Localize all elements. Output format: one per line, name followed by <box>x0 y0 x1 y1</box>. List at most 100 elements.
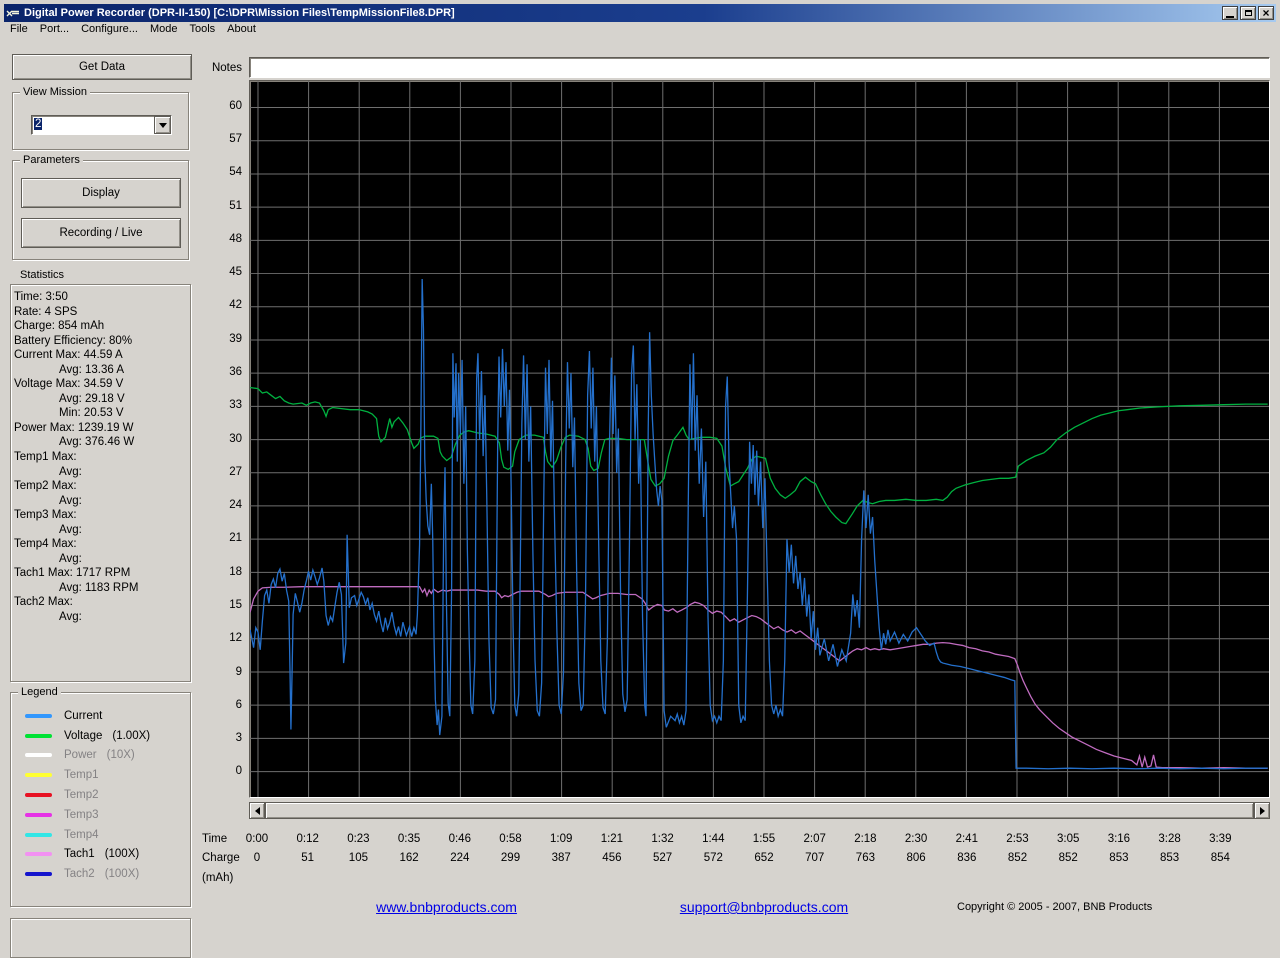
restore-button[interactable] <box>1240 6 1256 20</box>
stat-line: Avg: 376.46 W <box>59 436 135 449</box>
menu-item-port[interactable]: Port... <box>34 23 75 35</box>
x-tick-charge: 707 <box>805 852 825 864</box>
view-mission-combobox[interactable]: 2 <box>31 115 172 135</box>
view-mission-value[interactable]: 2 <box>32 116 154 134</box>
stat-line: Avg: <box>59 523 82 536</box>
statistics-panel: Time: 3:50 Rate: 4 SPS Charge: 854 mAh Batt… <box>10 284 191 682</box>
legend-swatch-power <box>25 753 52 758</box>
stat-line: Avg: 1183 RPM <box>59 581 139 594</box>
x-tick-time: 2:18 <box>854 833 877 845</box>
stat-line: Avg: <box>59 494 82 507</box>
x-tick-charge: 853 <box>1109 852 1129 864</box>
close-button[interactable]: × <box>1258 6 1274 20</box>
stat-line: Tach2 Max: <box>14 596 73 609</box>
x-tick-charge: 387 <box>551 852 571 864</box>
legend-item-temp4[interactable]: Temp4 <box>11 825 190 845</box>
legend-item-temp1[interactable]: Temp1 <box>11 765 190 785</box>
recording-live-button[interactable]: Recording / Live <box>21 218 181 248</box>
legend-item-voltage[interactable]: Voltage (1.00X) <box>11 726 190 746</box>
legend-swatch-temp1 <box>25 773 52 778</box>
x-tick-time: 1:21 <box>600 833 624 845</box>
legend-swatch-temp2 <box>25 793 52 798</box>
menu-item-mode[interactable]: Mode <box>144 23 184 35</box>
x-tick-charge: 105 <box>348 852 368 864</box>
x-tick-time: 1:09 <box>549 833 573 845</box>
legend-item-temp2[interactable]: Temp2 <box>11 785 190 805</box>
menu-item-about[interactable]: About <box>221 23 262 35</box>
legend-item-power[interactable]: Power (10X) <box>11 746 190 766</box>
y-tick-label: 15 <box>229 599 242 611</box>
x-tick-time: 1:55 <box>752 833 776 845</box>
legend-swatch-temp4 <box>25 832 52 837</box>
display-button[interactable]: Display <box>21 178 181 208</box>
x-tick-time: 3:16 <box>1107 833 1131 845</box>
y-tick-label: 9 <box>235 665 242 678</box>
y-tick-label: 54 <box>229 166 242 179</box>
arrow-left-icon <box>254 806 260 815</box>
x-tick-time: 0:35 <box>397 833 421 845</box>
scrollbar-thumb[interactable] <box>265 802 1254 819</box>
minimize-button[interactable] <box>1222 6 1238 20</box>
x-tick-charge: 162 <box>399 852 419 864</box>
title-bar[interactable]: Digital Power Recorder (DPR-II-150) [C:\… <box>4 4 1276 22</box>
bottom-panel <box>10 918 191 958</box>
stat-line: Avg: <box>59 465 82 478</box>
x-tick-charge: 572 <box>703 852 723 864</box>
y-tick-label: 51 <box>229 199 242 212</box>
legend-swatch-current <box>25 713 52 718</box>
legend-swatch-tach2 <box>25 872 52 877</box>
website-link[interactable]: www.bnbproducts.com <box>354 899 539 915</box>
x-tick-charge: 527 <box>653 852 673 864</box>
x-tick-charge: 853 <box>1160 852 1180 864</box>
stat-line: Avg: 29.18 V <box>59 392 125 405</box>
notes-label: Notes <box>211 62 242 74</box>
x-tick-charge: 852 <box>1058 852 1078 864</box>
scroll-right-button[interactable] <box>1254 802 1270 819</box>
chart-plot-area[interactable] <box>249 80 1270 798</box>
y-tick-label: 36 <box>229 365 242 378</box>
legend-item-label: Tach1 <box>64 848 95 861</box>
stat-line: Time: 3:50 <box>14 291 68 303</box>
legend-item-label: Temp1 <box>64 769 99 782</box>
stat-line: Power Max: 1239.19 W <box>14 421 134 434</box>
legend-item-temp3[interactable]: Temp3 <box>11 805 190 825</box>
stat-line: Temp4 Max: <box>14 538 77 551</box>
chart-horizontal-scrollbar[interactable] <box>249 802 1270 819</box>
legend-item-tach1[interactable]: Tach1 (100X) <box>11 845 190 865</box>
support-email-link[interactable]: support@bnbproducts.com <box>655 899 873 915</box>
x-tick-charge: 224 <box>450 852 470 864</box>
menu-item-configure[interactable]: Configure... <box>75 23 144 35</box>
y-tick-label: 39 <box>229 332 242 345</box>
menu-item-tools[interactable]: Tools <box>183 23 221 35</box>
x-tick-charge: 806 <box>906 852 926 864</box>
get-data-button[interactable]: Get Data <box>12 54 192 80</box>
legend-item-current[interactable]: Current <box>11 706 190 726</box>
legend-item-label: Temp4 <box>64 828 99 841</box>
x-tick-time: 3:39 <box>1209 833 1232 845</box>
x-tick-time: 0:00 <box>245 833 269 845</box>
series-current <box>250 279 1268 770</box>
y-tick-label: 30 <box>229 432 242 445</box>
stat-line: Avg: 13.36 A <box>59 363 125 376</box>
x-tick-charge: 51 <box>301 852 315 864</box>
stat-line: Temp1 Max: <box>14 451 77 464</box>
stat-line: Current Max: 44.59 A <box>14 349 123 362</box>
x-tick-time: 1:44 <box>702 833 725 845</box>
x-tick-time: 0:58 <box>499 833 522 845</box>
y-tick-label: 42 <box>229 299 242 312</box>
stat-line: Temp2 Max: <box>14 480 77 493</box>
y-tick-label: 6 <box>235 698 242 711</box>
stat-line: Avg: <box>59 611 82 624</box>
arrow-right-icon <box>1259 806 1265 815</box>
statistics-label: Statistics <box>20 269 65 281</box>
x-tick-charge: 456 <box>602 852 622 864</box>
view-mission-dropdown-button[interactable] <box>154 116 171 134</box>
y-tick-label: 24 <box>229 499 242 512</box>
legend-item-tach2[interactable]: Tach2 (100X) <box>11 864 190 884</box>
legend-item-scale: (100X) <box>104 848 140 861</box>
app-icon <box>6 7 20 19</box>
scroll-left-button[interactable] <box>249 802 265 819</box>
notes-input[interactable] <box>249 57 1270 78</box>
menu-item-file[interactable]: File <box>4 23 34 35</box>
x-tick-time: 3:05 <box>1056 833 1080 845</box>
